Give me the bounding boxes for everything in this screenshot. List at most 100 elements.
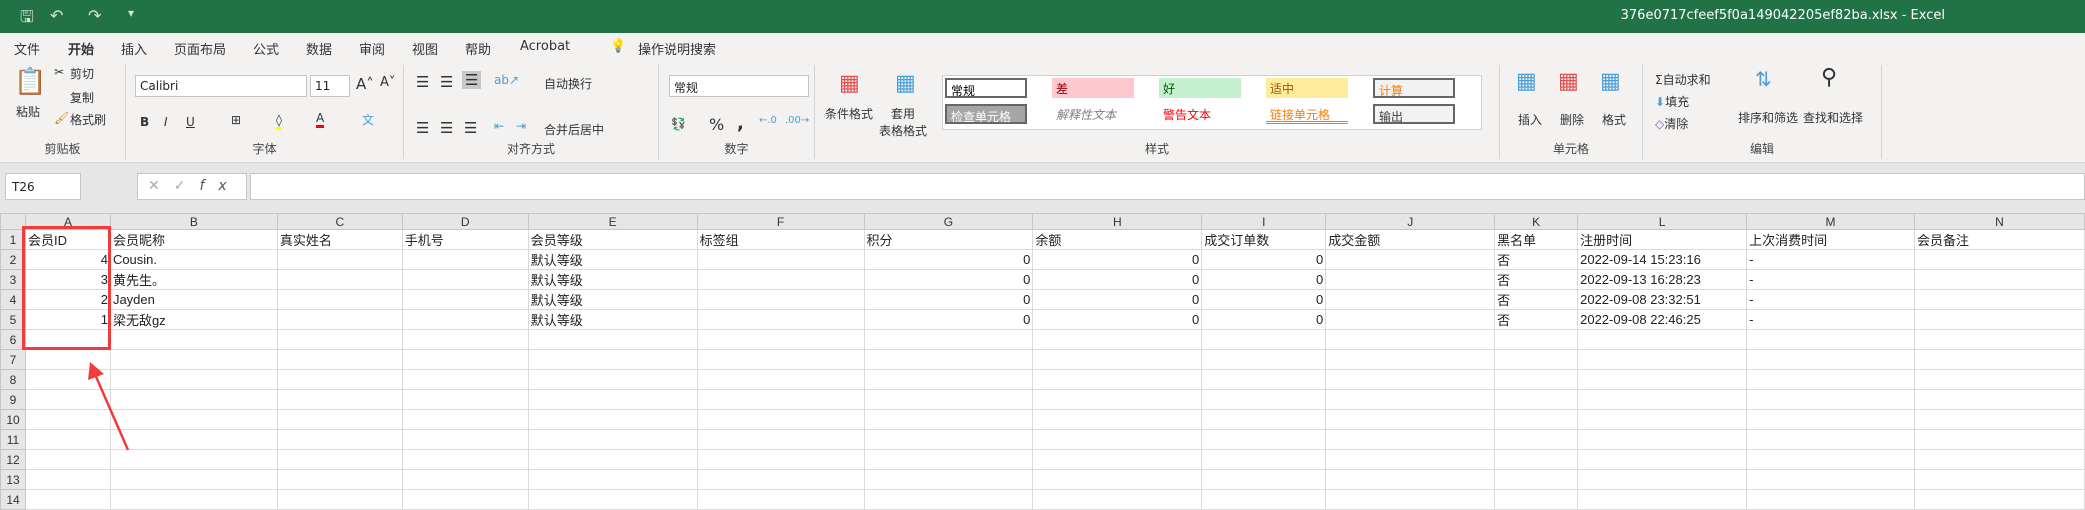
cell[interactable] <box>696 369 865 390</box>
cell[interactable] <box>276 329 403 350</box>
align-bottom-icon[interactable]: ☰ <box>462 71 482 89</box>
tab-insert[interactable]: 插入 <box>121 39 147 58</box>
cell[interactable] <box>696 449 865 470</box>
cell[interactable] <box>696 489 865 510</box>
decrease-indent-icon[interactable]: ⇤ <box>494 119 504 133</box>
autosum-button[interactable]: Σ自动求和 <box>1655 71 1711 88</box>
cell[interactable] <box>276 409 403 430</box>
cell[interactable] <box>863 449 1034 470</box>
cell[interactable] <box>1494 469 1579 490</box>
cell[interactable] <box>1325 449 1496 470</box>
cell[interactable]: 会员昵称 <box>109 229 278 250</box>
cell[interactable] <box>1494 389 1579 410</box>
cell[interactable]: 否 <box>1494 249 1579 270</box>
underline-button[interactable]: U <box>186 115 195 129</box>
cell-style-item[interactable]: 计算 <box>1373 78 1455 98</box>
delete-cells-button[interactable]: 删除 <box>1560 111 1584 128</box>
cell[interactable] <box>401 329 529 350</box>
cell[interactable] <box>1577 449 1748 470</box>
cell[interactable] <box>1032 489 1203 510</box>
cell[interactable]: 黄先生。 <box>109 269 278 290</box>
font-size-select[interactable]: 11 <box>310 75 350 97</box>
save-icon[interactable]: 🖫 <box>20 6 34 33</box>
cell[interactable]: 会员备注 <box>1913 229 2085 250</box>
cell[interactable] <box>109 329 278 350</box>
cell[interactable] <box>401 449 529 470</box>
find-select-button[interactable]: 查找和选择 <box>1803 109 1863 126</box>
tab-page-layout[interactable]: 页面布局 <box>174 39 226 58</box>
cell[interactable] <box>1494 349 1579 370</box>
cell[interactable] <box>276 429 403 450</box>
number-format-select[interactable]: 常规 <box>669 75 809 97</box>
cell[interactable]: 默认等级 <box>527 289 698 310</box>
cell[interactable] <box>1746 409 1915 430</box>
row-header[interactable]: 13 <box>0 469 26 490</box>
cell[interactable] <box>401 409 529 430</box>
fill-button[interactable]: ⬇填充 <box>1655 93 1689 110</box>
merge-center-button[interactable]: 合并后居中 <box>544 121 604 138</box>
cell[interactable] <box>1913 489 2085 510</box>
cell[interactable] <box>1032 349 1203 370</box>
cell[interactable] <box>696 269 865 290</box>
cell[interactable]: 2022-09-13 16:28:23 <box>1577 269 1748 290</box>
cell[interactable] <box>401 289 529 310</box>
row-header[interactable]: 14 <box>0 489 26 510</box>
cell[interactable] <box>401 489 529 510</box>
tab-review[interactable]: 审阅 <box>359 39 385 58</box>
cell[interactable] <box>1746 489 1915 510</box>
cell[interactable] <box>696 409 865 430</box>
cell[interactable] <box>527 349 698 370</box>
cell[interactable] <box>527 389 698 410</box>
column-header[interactable]: D <box>401 213 529 230</box>
cell[interactable]: 2022-09-08 22:46:25 <box>1577 309 1748 330</box>
cell-style-item[interactable]: 输出 <box>1373 104 1455 124</box>
paste-icon[interactable]: 📋 <box>14 67 46 97</box>
fill-color-icon[interactable]: ◊ <box>276 113 282 130</box>
accounting-format-icon[interactable]: 💱 <box>671 117 686 131</box>
align-top-icon[interactable]: ☰ <box>416 73 429 91</box>
cell[interactable] <box>1577 349 1748 370</box>
cell-style-item[interactable]: 警告文本 <box>1159 104 1241 124</box>
conditional-format-button[interactable]: 条件格式 <box>825 105 873 122</box>
cell[interactable]: 0 <box>1032 309 1203 330</box>
cell[interactable]: 0 <box>1201 289 1327 310</box>
cell[interactable]: 否 <box>1494 289 1579 310</box>
column-header[interactable]: L <box>1577 213 1748 230</box>
column-header[interactable]: J <box>1325 213 1496 230</box>
tab-formulas[interactable]: 公式 <box>253 39 279 58</box>
cell[interactable] <box>1746 449 1915 470</box>
cell[interactable] <box>1325 429 1496 450</box>
cell[interactable]: 标签组 <box>696 229 865 250</box>
cell[interactable] <box>1494 449 1579 470</box>
cell[interactable] <box>696 469 865 490</box>
cell[interactable] <box>863 389 1034 410</box>
cell[interactable] <box>527 449 698 470</box>
cell[interactable]: 余额 <box>1032 229 1203 250</box>
cancel-icon[interactable]: ✕ <box>148 178 174 194</box>
cell[interactable] <box>527 429 698 450</box>
cell[interactable] <box>696 249 865 270</box>
cell[interactable] <box>1201 429 1327 450</box>
cell[interactable]: - <box>1746 289 1915 310</box>
cell[interactable] <box>1032 369 1203 390</box>
cell[interactable] <box>1032 429 1203 450</box>
cell[interactable]: 梁无敌gz <box>109 309 278 330</box>
cell-style-item[interactable]: 差 <box>1052 78 1134 98</box>
align-left-icon[interactable]: ☰ <box>416 119 429 137</box>
increase-indent-icon[interactable]: ⇥ <box>516 119 526 133</box>
column-header[interactable]: K <box>1494 213 1579 230</box>
cut-button[interactable]: 剪切 <box>70 65 94 82</box>
decrease-font-icon[interactable]: A˅ <box>380 75 395 90</box>
cell[interactable] <box>1325 409 1496 430</box>
cell[interactable] <box>401 269 529 290</box>
borders-icon[interactable]: ⊞ <box>231 113 241 127</box>
cell[interactable] <box>1913 389 2085 410</box>
column-header[interactable]: M <box>1746 213 1915 230</box>
cell[interactable] <box>1577 329 1748 350</box>
cell[interactable] <box>1325 389 1496 410</box>
cell[interactable] <box>401 349 529 370</box>
cell-style-item[interactable]: 常规 <box>945 78 1027 98</box>
cell[interactable] <box>1325 369 1496 390</box>
cell[interactable]: 会员等级 <box>527 229 698 250</box>
cell[interactable]: Cousin. <box>109 249 278 270</box>
